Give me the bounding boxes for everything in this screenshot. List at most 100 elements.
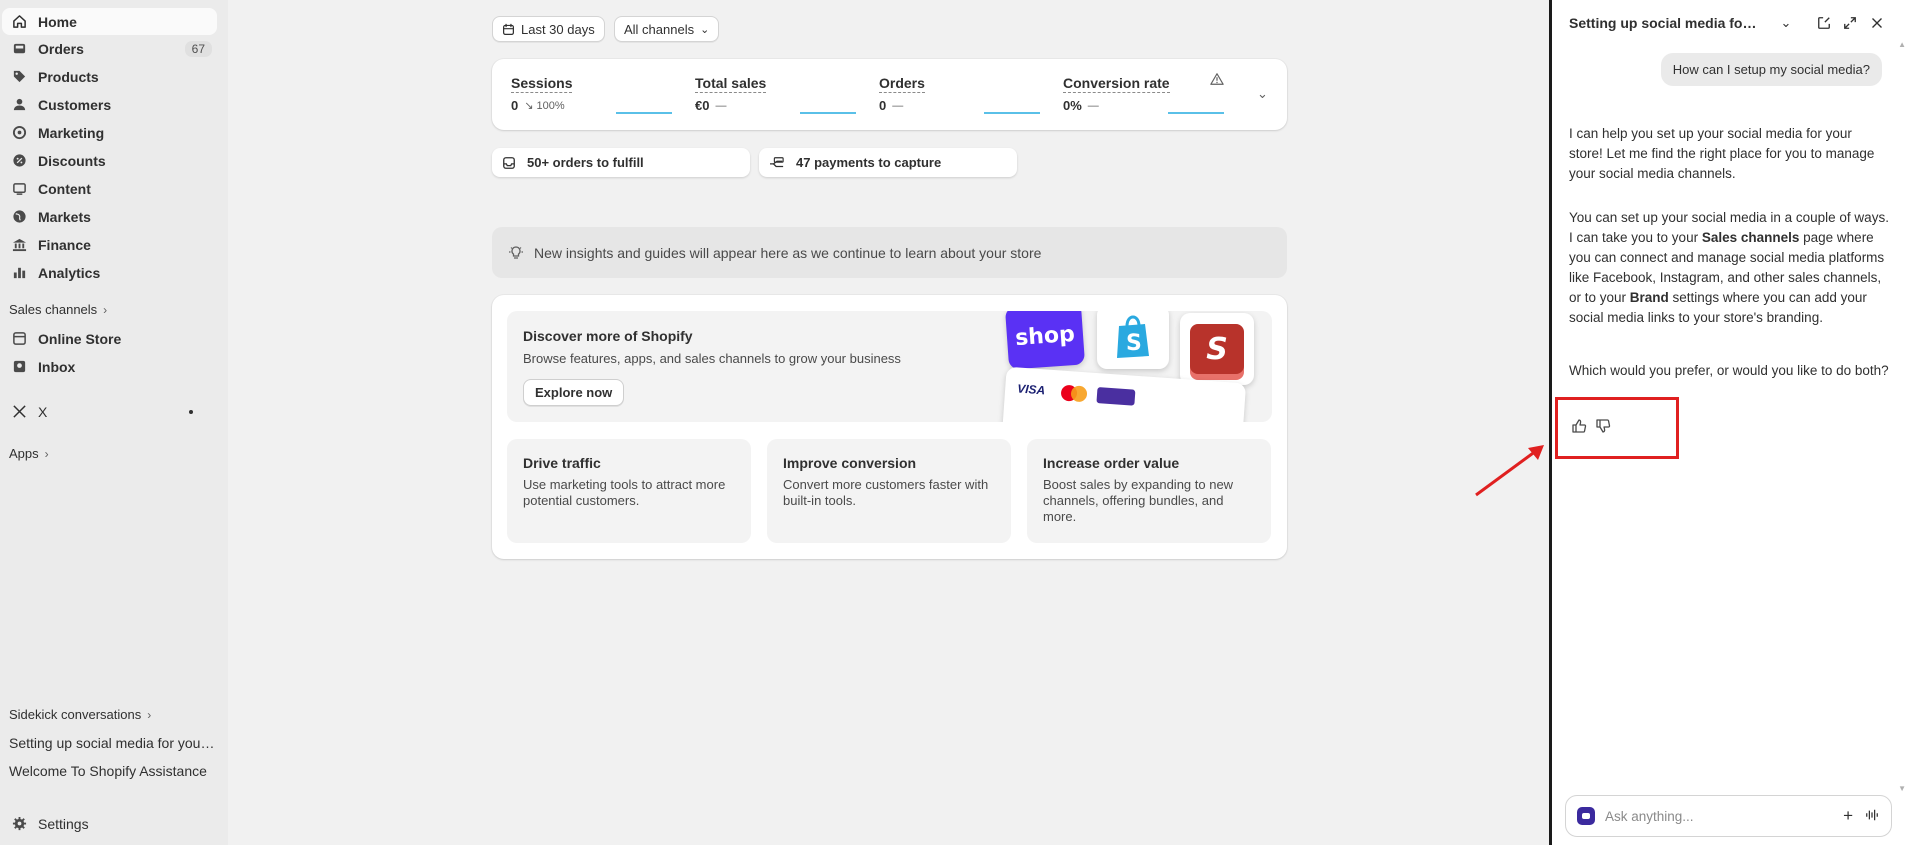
user-message-bubble: How can I setup my social media? [1660, 53, 1882, 86]
apps-label: Apps [9, 446, 39, 461]
chevron-down-icon[interactable]: ⌄ [1257, 86, 1268, 102]
date-range-label: Last 30 days [521, 21, 595, 37]
chevron-right-icon: › [44, 446, 49, 461]
sidebar-item-marketing[interactable]: Marketing [2, 119, 217, 146]
sidekick-conversations-header[interactable]: Sidekick conversations › [9, 707, 151, 722]
sales-channels-link-text: Sales channels [1701, 230, 1800, 245]
new-chat-icon[interactable] [1815, 14, 1833, 32]
payments-to-capture-label: 47 payments to capture [796, 155, 942, 170]
sidebar-item-discounts[interactable]: Discounts [2, 147, 217, 174]
conversion-sparkline [1168, 112, 1224, 114]
sidebar-item-settings[interactable]: Settings [2, 810, 217, 837]
sidebar-item-customers[interactable]: Customers [2, 91, 217, 118]
sidebar-item-inbox[interactable]: Inbox [2, 353, 217, 380]
gear-icon [12, 816, 27, 831]
chevron-down-icon[interactable]: ⌄ [1777, 14, 1795, 32]
feature-drive-traffic[interactable]: Drive traffic Use marketing tools to att… [507, 439, 751, 543]
apps-header[interactable]: Apps › [9, 446, 49, 461]
warning-icon[interactable] [1210, 72, 1224, 89]
sidebar-item-home[interactable]: Home [2, 8, 217, 35]
sidebar-item-online-store[interactable]: Online Store [2, 325, 217, 352]
sidebar-item-content[interactable]: Content [2, 175, 217, 202]
voice-input-icon[interactable] [1865, 808, 1879, 825]
chevron-down-icon: ⌄ [700, 23, 710, 36]
sidebar-item-x[interactable]: X [2, 398, 217, 425]
person-icon [12, 97, 27, 112]
channel-filter[interactable]: All channels ⌄ [614, 16, 720, 42]
metric-delta: — [715, 99, 727, 112]
discover-subtitle: Browse features, apps, and sales channel… [523, 351, 901, 366]
insights-banner: New insights and guides will appear here… [492, 227, 1287, 278]
tag-icon [12, 69, 27, 84]
sidebar-item-label: Online Store [38, 330, 122, 347]
thumbs-down-icon[interactable] [1595, 418, 1611, 434]
svg-text:S: S [1126, 331, 1142, 356]
metric-delta: ↘ 100% [524, 100, 565, 112]
ask-anything-input[interactable] [1605, 808, 1825, 824]
sidebar-item-products[interactable]: Products [2, 63, 217, 90]
conversation-item[interactable]: Setting up social media for your store [9, 735, 219, 751]
globe-icon [12, 209, 27, 224]
sales-channels-header[interactable]: Sales channels › [9, 302, 107, 317]
sidebar-item-analytics[interactable]: Analytics [2, 259, 217, 286]
inbox-tray-icon [503, 156, 515, 169]
metric-label: Total sales [695, 75, 767, 93]
metric-value: €0 [695, 98, 710, 113]
chevron-right-icon: › [103, 302, 108, 317]
sidebar-item-label: Discounts [38, 152, 106, 169]
sidebar-item-finance[interactable]: Finance [2, 231, 217, 258]
metric-orders[interactable]: Orders 0 — [879, 75, 925, 113]
sidekick-conversation-title: Setting up social media for your store [1569, 15, 1759, 31]
orders-to-fulfill-button[interactable]: 50+ orders to fulfill [492, 148, 750, 177]
scroll-up-arrow-icon[interactable]: ▲ [1898, 40, 1906, 49]
mastercard-logo [1060, 384, 1088, 403]
add-icon[interactable]: + [1843, 806, 1853, 826]
shop-app-logo: shop [1004, 311, 1086, 370]
payments-to-capture-button[interactable]: 47 payments to capture [759, 148, 1017, 177]
feature-improve-conversion[interactable]: Improve conversion Convert more customer… [767, 439, 1011, 543]
bar-chart-icon [12, 265, 27, 280]
metric-conversion-rate[interactable]: Conversion rate 0% — [1063, 75, 1170, 113]
metrics-card: Sessions 0 ↘ 100% Total sales €0 — Orders … [492, 59, 1287, 130]
metric-label: Sessions [511, 75, 573, 93]
metric-delta: — [892, 99, 904, 112]
feature-desc: Use marketing tools to attract more pote… [523, 477, 726, 508]
metric-total-sales[interactable]: Total sales €0 — [695, 75, 767, 113]
chevron-right-icon: › [147, 707, 152, 722]
shopify-bag-logo: S [1097, 311, 1169, 369]
sidebar-item-label: X [38, 403, 48, 420]
feature-increase-order-value[interactable]: Increase order value Boost sales by expa… [1027, 439, 1271, 543]
channel-filter-label: All channels [624, 21, 695, 37]
insights-text: New insights and guides will appear here… [534, 244, 1042, 261]
orders-icon [12, 41, 27, 56]
bank-icon [12, 237, 27, 252]
orders-count-badge: 67 [184, 40, 212, 57]
feature-desc: Convert more customers faster with built… [783, 477, 989, 508]
date-range-picker[interactable]: Last 30 days [492, 16, 605, 42]
close-icon[interactable] [1868, 14, 1886, 32]
assistant-message: I can help you set up your social media … [1569, 126, 1875, 181]
sidebar-item-label: Marketing [38, 124, 105, 141]
sidebar-item-label: Home [38, 13, 77, 30]
x-logo-icon [12, 404, 27, 419]
expand-icon[interactable] [1841, 14, 1859, 32]
calendar-icon [503, 23, 514, 35]
metric-sessions[interactable]: Sessions 0 ↘ 100% [511, 75, 573, 113]
sidebar-item-label: Inbox [38, 358, 76, 375]
sidebar-item-orders[interactable]: Orders 67 [2, 35, 217, 62]
metric-label: Orders [879, 75, 925, 93]
conversation-item[interactable]: Welcome To Shopify Assistance [9, 763, 219, 779]
feature-title: Drive traffic [523, 455, 601, 471]
scroll-down-arrow-icon[interactable]: ▼ [1898, 784, 1906, 793]
hand-payment-icon [770, 156, 784, 167]
sidebar-item-label: Orders [38, 40, 84, 57]
metric-value: 0% [1063, 98, 1082, 113]
assistant-message: Which would you prefer, or would you lik… [1569, 363, 1889, 378]
ask-anything-box: + [1565, 795, 1892, 837]
thumbs-up-icon[interactable] [1571, 418, 1587, 434]
orders-sparkline [984, 112, 1040, 114]
home-icon [12, 14, 27, 29]
visa-logo: VISA [1016, 381, 1046, 398]
explore-now-button[interactable]: Explore now [523, 379, 625, 406]
sidebar-item-markets[interactable]: Markets [2, 203, 217, 230]
